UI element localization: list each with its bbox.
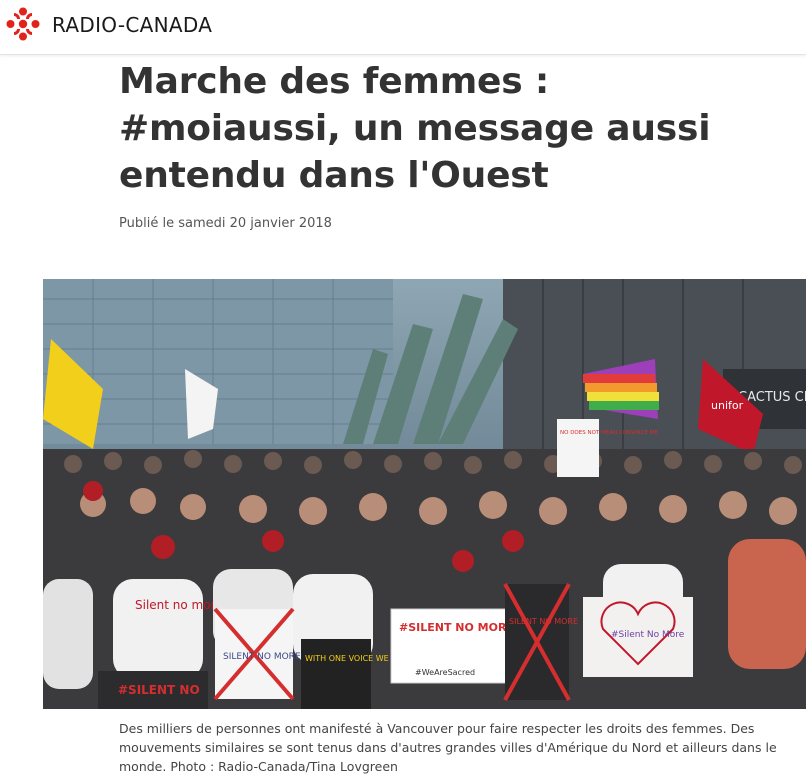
svg-text:#Silent No More: #Silent No More [611, 630, 685, 640]
sign-silent-no-more-x: SILENT NO MORE [213, 607, 301, 701]
svg-text:SILENT NO MORE: SILENT NO MORE [509, 617, 578, 626]
unifor-flag-text: unifor [711, 399, 744, 412]
article-title: Marche des femmes : #moiaussi, un messag… [119, 61, 711, 196]
radio-canada-gem-icon[interactable] [6, 7, 40, 41]
svg-text:#WeAreSacred: #WeAreSacred [415, 668, 475, 677]
shirt-text: Silent no more [135, 598, 223, 612]
sign-bottom-left: #SILENT NO [98, 671, 208, 709]
sign-silent-x-dark: SILENT NO MORE [503, 583, 578, 701]
photo-caption: Des milliers de personnes ont manifesté … [119, 721, 777, 774]
sign-silent-no-more-main: #SILENT NO MORE #WeAreSacred [390, 608, 514, 684]
publication-date: Publié le samedi 20 janvier 2018 [119, 216, 332, 231]
protest-scene: CACTUS CLUB unifor [43, 279, 806, 709]
protester-shirt [113, 579, 203, 679]
site-header: RADIO-CANADA [0, 0, 806, 55]
svg-text:#SILENT NO MORE: #SILENT NO MORE [399, 621, 514, 634]
svg-text:#SILENT NO: #SILENT NO [118, 683, 200, 697]
svg-text:NO DOES NOT MEAN CONVINCE ME: NO DOES NOT MEAN CONVINCE ME [560, 430, 658, 436]
article-photo: CACTUS CLUB unifor [43, 279, 806, 709]
svg-text:SILENT NO MORE: SILENT NO MORE [223, 652, 301, 662]
site-logo-text[interactable]: RADIO-CANADA [52, 13, 212, 37]
sign-heart: #Silent No More [583, 597, 693, 677]
